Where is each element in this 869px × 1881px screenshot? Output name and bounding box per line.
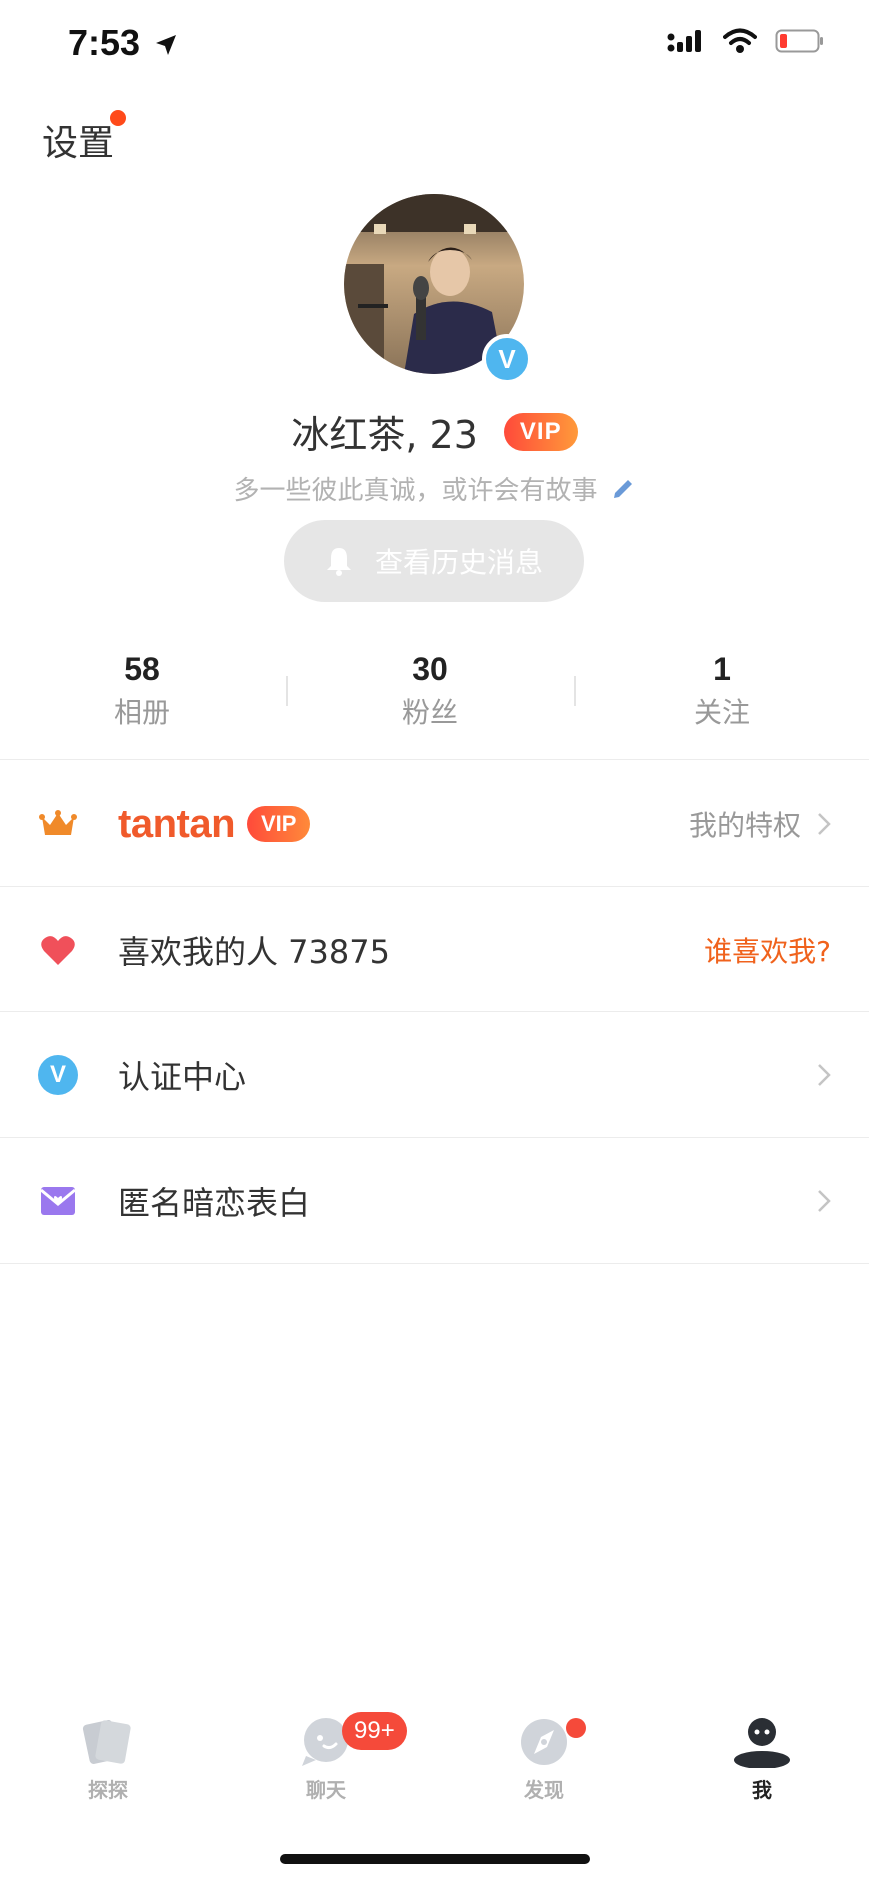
divider [0, 1137, 869, 1138]
tab-explore-label: 探探 [88, 1778, 128, 1802]
chevron-right-icon [818, 1190, 831, 1212]
stat-divider [574, 676, 576, 706]
pencil-icon[interactable] [610, 476, 636, 502]
heart-icon [36, 928, 80, 972]
divider [0, 759, 869, 760]
cards-icon [82, 1720, 131, 1764]
stat-albums[interactable]: 58 相册 [42, 651, 242, 731]
stat-following-label: 关注 [693, 696, 750, 730]
battery-icon [775, 29, 823, 53]
history-messages-button[interactable]: 查看历史消息 [284, 520, 584, 602]
settings-button[interactable]: 设置 [42, 114, 114, 166]
chevron-right-icon [818, 1064, 831, 1086]
settings-notification-dot [110, 110, 126, 126]
divider [0, 1263, 869, 1264]
crown-icon [36, 802, 80, 846]
profile-bio: 多一些彼此真诚，或许会有故事 [233, 476, 598, 506]
anonymous-crush-chevron [817, 1189, 831, 1213]
vip-privileges-label: 我的特权 [688, 809, 801, 842]
stat-albums-value: 58 [124, 651, 160, 687]
vip-privileges-row[interactable]: tantan VIP 我的特权 [0, 762, 869, 886]
profile-icon [734, 1718, 790, 1768]
tab-me[interactable]: 我 [702, 1716, 822, 1803]
tab-explore[interactable]: 探探 [48, 1716, 168, 1803]
verified-badge: V [482, 334, 532, 384]
tab-me-label: 我 [752, 1778, 772, 1802]
status-time: 7:53 [68, 22, 178, 64]
envelope-icon [36, 1179, 80, 1223]
verify-icon: V [36, 1053, 80, 1097]
discover-notification-dot [566, 1718, 586, 1738]
bell-icon [326, 548, 351, 576]
anonymous-crush-row[interactable]: 匿名暗恋表白 [0, 1139, 869, 1263]
stat-fans[interactable]: 30 粉丝 [330, 651, 530, 731]
stat-fans-label: 粉丝 [401, 696, 458, 730]
stat-albums-label: 相册 [113, 696, 170, 730]
stat-divider [286, 676, 288, 706]
location-arrow-icon [156, 35, 177, 56]
likes-me-row[interactable]: 喜欢我的人 73875 谁喜欢我? [0, 888, 869, 1012]
verify-icon-letter: V [38, 1055, 78, 1095]
vip-small-badge: VIP [247, 806, 311, 842]
vip-badge: VIP [503, 412, 578, 451]
divider [0, 1011, 869, 1012]
wifi-icon [723, 28, 757, 53]
tantan-vip-brand: tantan VIP [118, 802, 689, 847]
stat-following[interactable]: 1 关注 [622, 651, 822, 731]
verification-center-row[interactable]: V 认证中心 [0, 1013, 869, 1137]
tantan-logo-text: tantan [118, 801, 236, 846]
anonymous-crush-label: 匿名暗恋表白 [118, 1184, 311, 1222]
verification-chevron [817, 1063, 831, 1087]
stat-fans-value: 30 [412, 651, 448, 687]
compass-icon [521, 1719, 567, 1765]
tab-discover-label: 发现 [524, 1778, 564, 1802]
chat-unread-badge: 99+ [342, 1712, 407, 1750]
status-icons [667, 28, 825, 54]
tab-discover[interactable]: 发现 [484, 1716, 604, 1803]
history-messages-label: 查看历史消息 [374, 546, 543, 579]
profile-name-row: 冰红茶, 23 VIP [0, 404, 869, 459]
home-indicator[interactable] [280, 1854, 590, 1864]
verification-center-label: 认证中心 [118, 1058, 247, 1096]
stat-following-value: 1 [713, 651, 731, 687]
divider [0, 886, 869, 887]
who-likes-me-link[interactable]: 谁喜欢我? [704, 930, 831, 970]
profile-name: 冰红茶, 23 [291, 413, 478, 457]
signal-icon [667, 30, 701, 52]
vip-privileges-link[interactable]: 我的特权 [689, 804, 831, 844]
profile-bio-row[interactable]: 多一些彼此真诚，或许会有故事 [0, 470, 869, 507]
status-time-text: 7:53 [68, 22, 141, 63]
tab-chat-label: 聊天 [306, 1778, 346, 1802]
chevron-right-icon [818, 813, 831, 835]
verified-badge-letter: V [498, 343, 516, 374]
likes-me-label: 喜欢我的人 73875 [118, 933, 390, 971]
